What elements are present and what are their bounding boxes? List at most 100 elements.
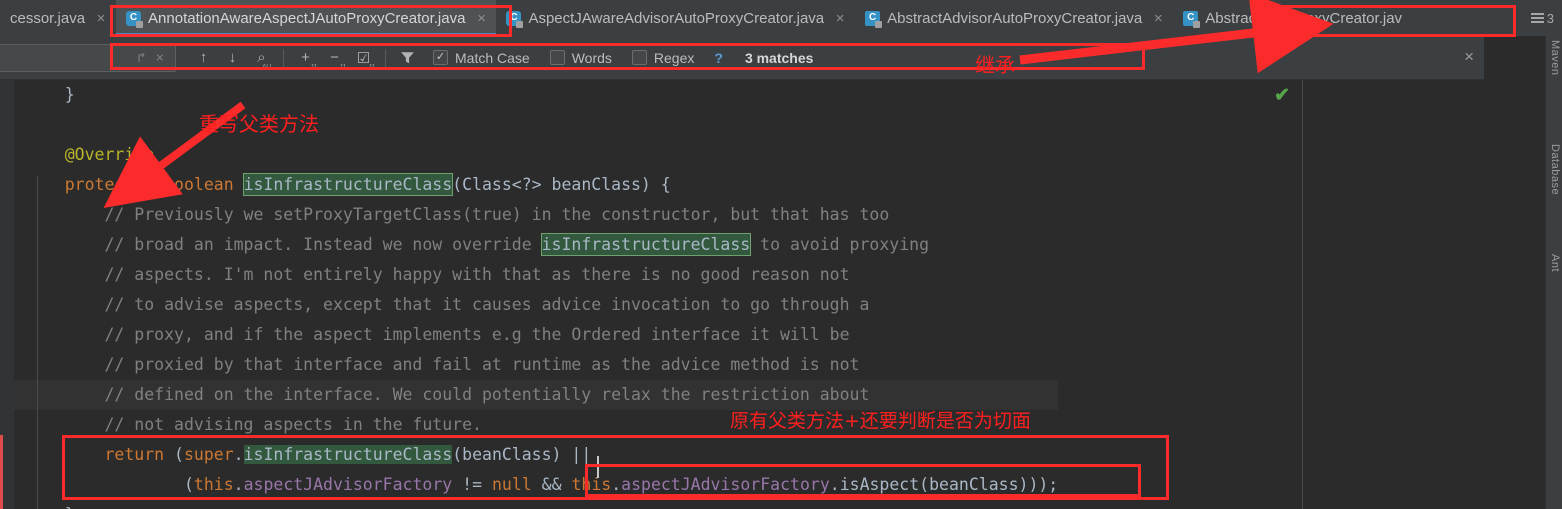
match-case-label: Match Case [455,49,530,66]
editor-tab-aspectjawareadvisorautoproxycreator[interactable]: C AspectJAwareAdvisorAutoProxyCreator.ja… [496,0,855,36]
code-token: to avoid proxying [750,235,930,254]
find-actions: ↑ ↓ ⌕ ALL + 11 − 11 ☑ 11 [190,44,421,72]
code-token: // to advise aspects, except that it cau… [104,295,870,314]
code-token: aspectJAdvisorFactory [621,475,830,494]
code-line[interactable]: } [14,500,1058,509]
tab-close-icon[interactable]: × [95,11,107,26]
arrow-down-icon: ↓ [228,49,237,66]
right-tool-rail: Maven Database Ant [1545,36,1562,509]
code-line[interactable]: // defined on the interface. We could po… [14,380,1059,410]
words-option[interactable]: Words [549,49,612,66]
code-line[interactable]: // to advise aspects, except that it cau… [14,290,1058,320]
code-token: null [491,475,532,494]
code-line[interactable]: protected boolean isInfrastructureClass(… [14,170,1058,200]
code-token: (Class<?> beanClass) { [452,175,671,194]
code-content[interactable]: } @Override protected boolean isInfrastr… [14,80,1059,509]
code-line[interactable]: // proxy, and if the aspect implements e… [14,320,1058,350]
code-token: @Override [64,145,155,164]
inspection-ok-icon[interactable]: ✔ [1274,86,1290,105]
select-all-occurrences-button[interactable]: ☑ 11 [350,44,377,72]
java-abstract-class-icon: C [865,10,883,28]
code-token: // proxied by that interface and fail at… [104,355,860,374]
find-all-button[interactable]: ⌕ ALL [248,44,275,72]
code-token: . [233,475,244,494]
code-line[interactable] [14,110,1058,140]
close-find-bar-icon[interactable]: × [1464,48,1474,65]
search-input-value: ctureClass [0,49,132,67]
filter-button[interactable] [394,44,421,72]
tab-close-icon[interactable]: × [475,11,487,26]
code-token: // defined on the interface. We could po… [104,385,870,404]
code-token: return [104,445,175,464]
code-editor[interactable]: } @Override protected boolean isInfrastr… [0,80,1302,509]
code-line[interactable]: // aspects. I'm not entirely happy with … [14,260,1058,290]
toolbar-separator [283,48,284,67]
code-token: } [65,505,75,509]
regex-help-icon[interactable]: ? [714,50,723,66]
code-line[interactable]: // Previously we setProxyTargetClass(tru… [14,200,1058,230]
tab-overflow-count: 3 [1546,10,1554,26]
code-line[interactable]: // proxied by that interface and fail at… [14,350,1058,380]
tab-close-icon[interactable]: × [834,11,846,26]
code-token: . [233,445,244,464]
search-history-icon[interactable]: ↱ [132,50,150,66]
code-token: ( [174,445,184,464]
words-checkbox[interactable] [549,50,565,65]
idea-editor-window: cessor.java × C AnnotationAwareAspectJAu… [0,0,1562,509]
match-case-option[interactable]: ✓ Match Case [433,50,530,66]
code-line[interactable]: // not advising aspects in the future. [14,410,1058,440]
code-token: aspectJAdvisorFactory [243,475,453,494]
tab-close-icon[interactable]: × [1152,11,1164,26]
plus-icon: + [301,49,310,66]
editor-tab-label: cessor.java [10,9,86,27]
code-token: . [611,475,622,494]
add-selection-next-button[interactable]: + 11 [292,44,319,72]
editor-tab-label: AnnotationAwareAspectJAutoProxyCreator.j… [148,9,466,27]
editor-tab-annotationawareaspectjautoproxycreator[interactable]: C AnnotationAwareAspectJAutoProxyCreator… [116,0,497,36]
rail-item-database[interactable]: Database [1549,144,1561,195]
find-previous-button[interactable]: ↑ [190,44,217,72]
regex-option[interactable]: Regex [631,49,695,66]
tab-list-icon [1530,13,1544,23]
code-token: ( [183,475,194,494]
code-token: this [571,475,612,494]
code-line[interactable]: (this.aspectJAdvisorFactory != null && t… [14,470,1058,500]
code-line[interactable]: // broad an impact. Instead we now overr… [14,230,1058,260]
regex-checkbox[interactable] [631,50,647,65]
rail-item-ant[interactable]: Ant [1549,254,1561,272]
search-input[interactable]: ctureClass ↱ × [0,43,176,72]
select-all-sublabel: 11 [368,63,376,71]
regex-label: Regex [653,49,695,66]
find-next-button[interactable]: ↓ [219,44,246,72]
editor-tab-cessor[interactable]: cessor.java × [0,0,116,36]
code-token: // not advising aspects in the future. [104,415,482,434]
editor-right-margin [1302,80,1545,509]
words-label: Words [571,49,612,66]
code-token: super [183,445,234,464]
rail-item-maven[interactable]: Maven [1549,40,1561,76]
java-abstract-class-icon: C [1183,10,1201,28]
editor-tab-abstractautoproxycreator[interactable]: C AbstractAutoProxyCreator.jav [1173,0,1411,36]
tab-overflow-button[interactable]: 3 [1527,11,1562,26]
arrow-up-icon: ↑ [199,49,208,66]
match-case-checkbox[interactable]: ✓ [433,50,448,65]
code-token: // Previously we setProxyTargetClass(tru… [104,205,890,224]
code-line[interactable]: return (super.isInfrastructureClass(bean… [14,440,1058,470]
find-toolbar: ctureClass ↱ × ↑ ↓ ⌕ ALL + 11 − 11 [0,36,1484,80]
find-options: ✓ Match Case Words Regex ? 3 matches [433,50,813,66]
editor-tab-abstractadvisorautoproxycreator[interactable]: C AbstractAdvisorAutoProxyCreator.java × [855,0,1173,36]
code-line[interactable]: } [14,80,1058,110]
clear-search-icon[interactable]: × [151,50,169,66]
code-token: != [452,475,492,494]
match-count-label: 3 matches [744,49,814,66]
java-class-icon: C [506,10,524,28]
remove-selection-button[interactable]: − 11 [321,44,348,72]
filter-funnel-icon [401,52,414,64]
remove-selection-sublabel: 11 [339,63,347,71]
code-line[interactable]: @Override [14,140,1058,170]
search-match-highlight: isInfrastructureClass [243,445,453,464]
find-all-sublabel: ALL [262,63,273,71]
